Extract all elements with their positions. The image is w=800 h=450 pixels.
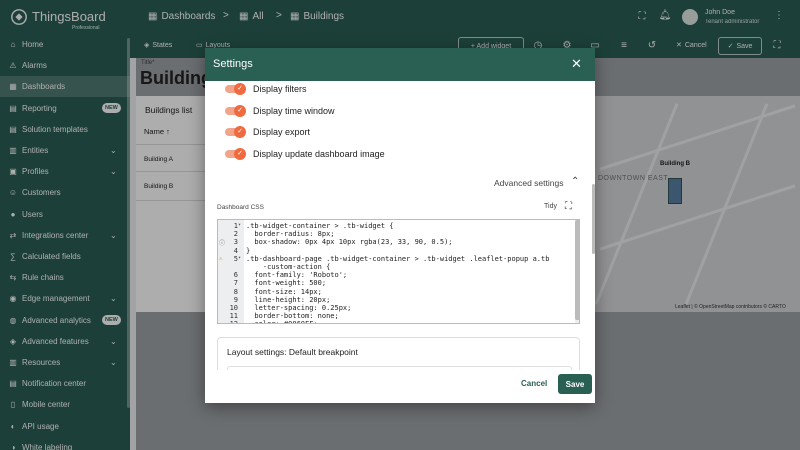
save-button[interactable]: Save: [558, 374, 592, 394]
line-number: 11: [229, 312, 238, 321]
settings-dialog: Settings ✕ ✓ Display filters ✓ Display t…: [205, 48, 595, 403]
toggle-label: Display filters: [253, 84, 307, 94]
advanced-settings-header[interactable]: Advanced settings: [494, 178, 563, 188]
code-line: 1 ▾ .tb-widget-container > .tb-widget {: [218, 222, 579, 230]
fold-icon[interactable]: ▾: [238, 255, 241, 261]
toggle-display-update-image[interactable]: ✓: [225, 148, 246, 160]
code-text: .tb-dashboard-page .tb-widget-container …: [246, 254, 550, 263]
dialog-title: Settings: [213, 58, 253, 70]
code-line: 4}: [218, 246, 579, 255]
code-text: border-bottom: none;: [246, 312, 339, 321]
toggle-display-filters[interactable]: ✓: [225, 83, 246, 95]
check-icon: ✓: [234, 148, 246, 160]
code-line: 11 border-bottom: none;: [218, 312, 579, 321]
code-line: 8 font-size: 14px;: [218, 287, 579, 296]
line-number: 1: [233, 222, 238, 230]
css-label: Dashboard CSS: [217, 204, 264, 211]
line-number: 4: [233, 246, 238, 255]
toggle-label: Display update dashboard image: [253, 149, 385, 159]
line-number: 9: [233, 295, 238, 304]
code-text: box-shadow: 0px 4px 10px rgba(23, 33, 90…: [246, 238, 453, 247]
code-line: 2 border-radius: 8px;: [218, 230, 579, 239]
code-text: }: [246, 246, 251, 255]
code-line: 9 line-height: 20px;: [218, 295, 579, 304]
layout-settings-title: Layout settings: Default breakpoint: [227, 347, 358, 357]
toggle-display-time-window[interactable]: ✓: [225, 105, 246, 117]
warning-icon[interactable]: ⚠: [219, 255, 223, 262]
toggle-label: Display time window: [253, 106, 335, 116]
code-line: 10 letter-spacing: 0.25px;: [218, 304, 579, 312]
css-editor[interactable]: 1 ▾ .tb-widget-container > .tb-widget {2 b…: [217, 219, 580, 324]
code-text: font-size: 14px;: [246, 287, 322, 296]
code-line: 3 ⓘ box-shadow: 0px 4px 10px rgba(23, 33,…: [218, 238, 579, 247]
code-text: .tb-widget-container > .tb-widget {: [246, 222, 394, 230]
code-text: color: #0060FF;: [246, 320, 317, 323]
code-line: 7 font-weight: 500;: [218, 279, 579, 288]
line-number: 8: [233, 287, 238, 296]
check-icon: ✓: [234, 105, 246, 117]
dialog-scrollbar[interactable]: [592, 184, 595, 254]
dialog-footer: Cancel Save: [205, 370, 595, 403]
line-number: 7: [233, 279, 238, 288]
code-line: 12 color: #0060FF;: [218, 320, 579, 323]
code-text: letter-spacing: 0.25px;: [246, 304, 352, 312]
toggle-label: Display export: [253, 127, 311, 137]
toggle-display-export[interactable]: ✓: [225, 126, 246, 138]
code-line: -custom-action {: [218, 263, 579, 271]
code-line: 6 font-family: 'Roboto';: [218, 271, 579, 280]
editor-scrollbar[interactable]: [575, 220, 579, 320]
code-text: font-weight: 500;: [246, 279, 327, 288]
code-text: line-height: 20px;: [246, 295, 331, 304]
code-text: font-family: 'Roboto';: [246, 271, 348, 280]
line-number: 10: [229, 304, 238, 312]
close-icon[interactable]: ✕: [571, 56, 582, 72]
code-text: -custom-action {: [246, 263, 331, 271]
tidy-button[interactable]: Tidy: [544, 203, 557, 210]
chevron-up-icon[interactable]: ⌃: [571, 176, 579, 187]
line-number: 12: [220, 320, 238, 323]
code-line: 5 ▾ ⚠ .tb-dashboard-page .tb-widget-contain…: [218, 254, 579, 263]
fold-icon[interactable]: ▾: [238, 222, 241, 228]
line-number: 6: [233, 271, 238, 280]
code-text: border-radius: 8px;: [246, 230, 335, 239]
fullscreen-icon[interactable]: ⛶: [565, 201, 572, 212]
cancel-button[interactable]: Cancel: [521, 379, 547, 388]
check-icon: ✓: [234, 83, 246, 95]
check-icon: ✓: [234, 126, 246, 138]
dialog-header: Settings ✕: [205, 48, 595, 81]
line-number: 2: [233, 230, 238, 239]
